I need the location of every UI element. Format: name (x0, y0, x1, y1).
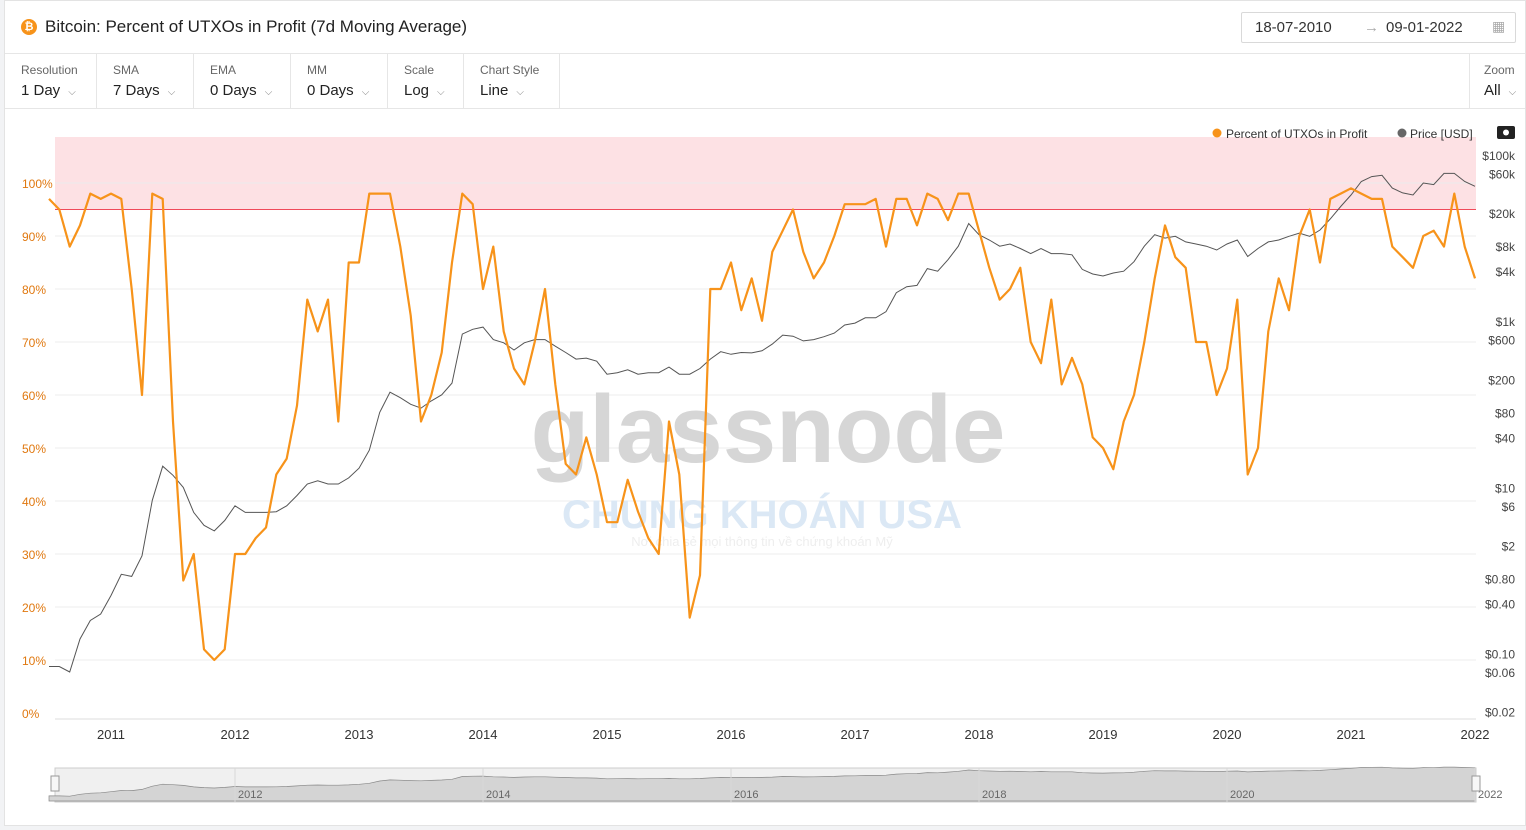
y-right-tick-label: $0.06 (1485, 666, 1515, 680)
x-tick-label: 2011 (97, 727, 125, 742)
x-tick-label: 2013 (345, 727, 374, 742)
y-right-tick-label: $6 (1502, 500, 1516, 514)
x-tick-label: 2019 (1089, 727, 1118, 742)
y-left-tick-label: 10% (22, 654, 46, 668)
y-right-tick-label: $0.80 (1485, 573, 1515, 587)
navigator-tick-label: 2016 (734, 789, 758, 801)
navigator-handle-right[interactable] (1471, 775, 1481, 792)
y-left-tick-label: 70% (22, 336, 46, 350)
x-tick-label: 2012 (221, 727, 250, 742)
overbought-band (55, 137, 1476, 210)
y-left-tick-label: 30% (22, 548, 46, 562)
y-left-tick-label: 20% (22, 601, 46, 615)
y-right-tick-label: $20k (1489, 207, 1516, 221)
watermark-logo: glassnode (531, 376, 1006, 483)
y-left-tick-label: 60% (22, 389, 46, 403)
y-left-tick-label: 80% (22, 283, 46, 297)
y-right-tick-label: $4k (1496, 265, 1516, 279)
x-tick-label: 2015 (593, 727, 622, 742)
x-tick-label: 2016 (717, 727, 746, 742)
y-right-tick-label: $60k (1489, 167, 1516, 181)
x-tick-label: 2022 (1461, 727, 1490, 742)
y-right-tick-label: $1k (1496, 315, 1516, 329)
camera-icon-lens (1503, 129, 1509, 136)
chart-svg: 0% 10% 20% 30% 40% 50% 60% 70% 80% 90% 100% $100k $6… (22, 126, 1516, 803)
x-tick-label: 2018 (965, 727, 994, 742)
y-right-tick-label: $2 (1502, 539, 1516, 553)
y-right-tick-label: $200 (1488, 373, 1515, 387)
y-left-tick-label: 100% (22, 177, 53, 191)
legend-marker-percent (1212, 128, 1222, 138)
y-right-tick-label: $40 (1495, 431, 1515, 445)
y-right-tick-label: $8k (1496, 240, 1516, 254)
y-right-tick-label: $0.02 (1485, 706, 1515, 720)
navigator-tick-label: 2014 (486, 789, 510, 801)
legend-marker-price (1397, 128, 1407, 138)
navigator-handle-left[interactable] (50, 775, 60, 792)
y-left-tick-label: 40% (22, 495, 46, 509)
y-left-tick-label: 90% (22, 230, 46, 244)
navigator-tick-label: 2012 (238, 789, 262, 801)
navigator-tick-label: 2018 (982, 789, 1006, 801)
legend-item-percent[interactable]: Percent of UTXOs in Profit (1226, 127, 1368, 141)
y-left-tick-label: 50% (22, 442, 46, 456)
navigator-tick-label: 2022 (1478, 789, 1502, 801)
y-right-tick-label: $0.40 (1485, 598, 1515, 612)
x-tick-label: 2014 (469, 727, 498, 742)
navigator-tick-label: 2020 (1230, 789, 1254, 801)
y-right-tick-label: $10 (1495, 481, 1515, 495)
y-right-tick-label: $0.10 (1485, 648, 1515, 662)
x-tick-label: 2020 (1213, 727, 1242, 742)
x-tick-label: 2017 (841, 727, 870, 742)
y-right-tick-label: $100k (1482, 149, 1516, 163)
y-right-tick-label: $80 (1495, 406, 1515, 420)
x-tick-label: 2021 (1337, 727, 1366, 742)
y-right-tick-label: $600 (1488, 334, 1515, 348)
y-left-tick-label: 0% (22, 707, 40, 721)
legend-item-price[interactable]: Price [USD] (1410, 127, 1473, 141)
watermark-overlay-subtitle: Nơi chia sẻ mọi thông tin về chứng khoán… (631, 534, 893, 549)
